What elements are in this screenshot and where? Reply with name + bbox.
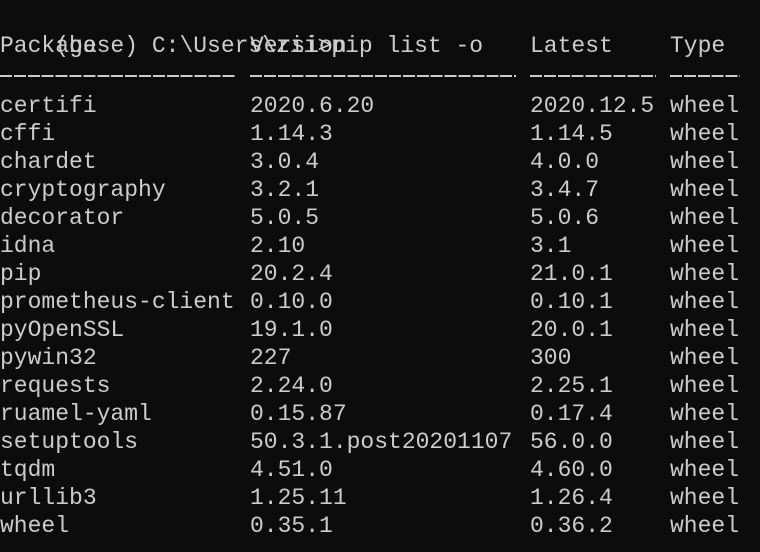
cell-latest: 5.0.6	[530, 205, 600, 231]
cell-type: wheel	[670, 93, 740, 119]
cell-package: pywin32	[0, 345, 97, 371]
cell-package: certifi	[0, 93, 97, 119]
cell-package: wheel	[0, 513, 70, 539]
table-row: urllib3 1.25.11 1.26.4 wheel	[0, 484, 760, 512]
cell-version: 1.25.11	[250, 485, 347, 511]
table-row: ruamel-yaml 0.15.87 0.17.4 wheel	[0, 400, 760, 428]
cell-type: wheel	[670, 149, 740, 175]
table-row: pyOpenSSL 19.1.0 20.0.1 wheel	[0, 316, 760, 344]
table-header: Package Version Latest Type	[0, 32, 760, 60]
cell-package: chardet	[0, 149, 97, 175]
cell-latest: 4.0.0	[530, 149, 600, 175]
cell-type: wheel	[670, 289, 740, 315]
table-row: idna 2.10 3.1 wheel	[0, 232, 760, 260]
cell-type: wheel	[670, 317, 740, 343]
table-row: certifi 2020.6.20 2020.12.5 wheel	[0, 92, 760, 120]
cell-package: ruamel-yaml	[0, 401, 152, 427]
cell-latest: 3.1	[530, 233, 572, 259]
cell-version: 2.10	[250, 233, 306, 259]
cell-package: pyOpenSSL	[0, 317, 125, 343]
cell-version: 5.0.5	[250, 205, 320, 231]
cell-type: wheel	[670, 401, 740, 427]
cell-type: wheel	[670, 233, 740, 259]
cell-package: prometheus-client	[0, 289, 235, 315]
header-version: Version	[250, 33, 347, 59]
cell-latest: 2020.12.5	[530, 93, 655, 119]
cell-version: 3.2.1	[250, 177, 320, 203]
table-row: tqdm 4.51.0 4.60.0 wheel	[0, 456, 760, 484]
cell-version: 2020.6.20	[250, 93, 375, 119]
cell-type: wheel	[670, 345, 740, 371]
cell-type: wheel	[670, 429, 740, 455]
cell-version: 227	[250, 345, 292, 371]
cell-version: 0.10.0	[250, 289, 333, 315]
cell-type: wheel	[670, 485, 740, 511]
cell-version: 0.15.87	[250, 401, 347, 427]
cell-latest: 20.0.1	[530, 317, 613, 343]
cell-version: 0.35.1	[250, 513, 333, 539]
cell-version: 50.3.1.post20201107	[250, 429, 513, 455]
cell-latest: 0.36.2	[530, 513, 613, 539]
separator-type	[670, 75, 740, 77]
cell-type: wheel	[670, 513, 740, 539]
cell-latest: 2.25.1	[530, 373, 613, 399]
cell-package: decorator	[0, 205, 125, 231]
cell-latest: 21.0.1	[530, 261, 613, 287]
table-row: cffi 1.14.3 1.14.5 wheel	[0, 120, 760, 148]
cell-type: wheel	[670, 373, 740, 399]
table-row: chardet 3.0.4 4.0.0 wheel	[0, 148, 760, 176]
cell-type: wheel	[670, 121, 740, 147]
cell-latest: 1.14.5	[530, 121, 613, 147]
table-row: pip 20.2.4 21.0.1 wheel	[0, 260, 760, 288]
cell-version: 4.51.0	[250, 457, 333, 483]
cell-package: cffi	[0, 121, 56, 147]
cell-package: tqdm	[0, 457, 56, 483]
terminal-console[interactable]: (base) C:\Users\zii>pip list -o Package …	[0, 4, 760, 540]
cell-latest: 3.4.7	[530, 177, 600, 203]
table-row: requests 2.24.0 2.25.1 wheel	[0, 372, 760, 400]
package-list: certifi 2020.6.20 2020.12.5 wheel cffi 1.14.3…	[0, 92, 760, 540]
header-package: Package	[0, 33, 97, 59]
cell-version: 3.0.4	[250, 149, 320, 175]
cell-type: wheel	[670, 261, 740, 287]
command-line: (base) C:\Users\zii>pip list -o	[0, 4, 760, 59]
separator-version	[250, 75, 516, 77]
cell-type: wheel	[670, 457, 740, 483]
header-type: Type	[670, 33, 726, 59]
cell-latest: 1.26.4	[530, 485, 613, 511]
cell-package: setuptools	[0, 429, 139, 455]
cell-latest: 300	[530, 345, 572, 371]
cell-version: 1.14.3	[250, 121, 333, 147]
cell-version: 19.1.0	[250, 317, 333, 343]
header-latest: Latest	[530, 33, 613, 59]
cell-latest: 0.10.1	[530, 289, 613, 315]
cell-type: wheel	[670, 177, 740, 203]
table-row: decorator 5.0.5 5.0.6 wheel	[0, 204, 760, 232]
table-row: setuptools 50.3.1.post20201107 56.0.0 wheel	[0, 428, 760, 456]
cell-version: 20.2.4	[250, 261, 333, 287]
separator-latest	[530, 75, 656, 77]
table-row: cryptography 3.2.1 3.4.7 wheel	[0, 176, 760, 204]
separator-package	[0, 75, 236, 77]
cell-latest: 56.0.0	[530, 429, 613, 455]
cell-latest: 0.17.4	[530, 401, 613, 427]
cell-package: urllib3	[0, 485, 97, 511]
table-row: pywin32 227 300 wheel	[0, 344, 760, 372]
cell-package: pip	[0, 261, 42, 287]
table-row: prometheus-client 0.10.0 0.10.1 wheel	[0, 288, 760, 316]
header-separator	[0, 60, 760, 88]
cell-latest: 4.60.0	[530, 457, 613, 483]
cell-version: 2.24.0	[250, 373, 333, 399]
cell-package: cryptography	[0, 177, 166, 203]
cell-type: wheel	[670, 205, 740, 231]
cell-package: requests	[0, 373, 111, 399]
cell-package: idna	[0, 233, 56, 259]
table-row: wheel 0.35.1 0.36.2 wheel	[0, 512, 760, 540]
